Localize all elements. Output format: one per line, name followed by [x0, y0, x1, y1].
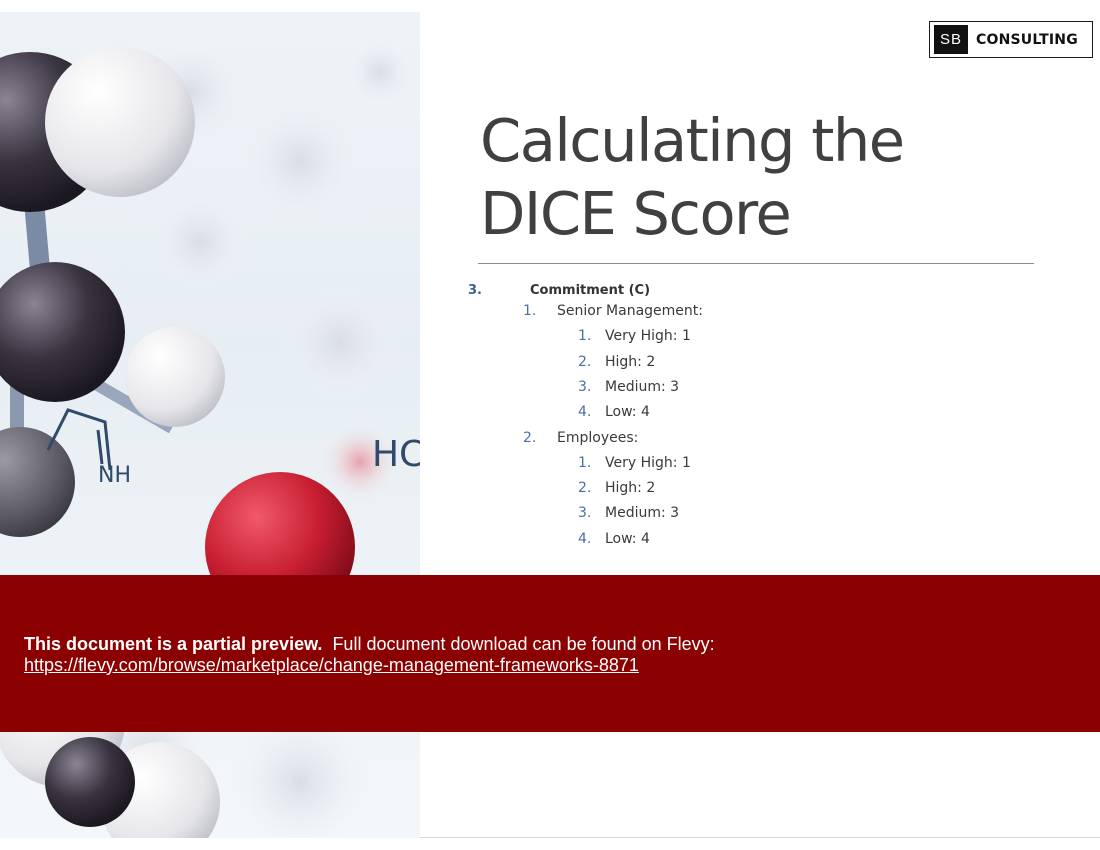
title-line-1: Calculating the [480, 106, 905, 175]
item-number: 2. [578, 354, 592, 370]
item-label: Medium: 3 [605, 379, 680, 395]
item-label: High: 2 [605, 480, 656, 496]
item-number: 3. [578, 379, 592, 395]
group-number: 1. [523, 303, 537, 319]
item-label: Medium: 3 [605, 505, 680, 521]
nh-label: NH [98, 463, 131, 488]
item-number: 1. [578, 328, 592, 344]
item-number: 1. [578, 455, 592, 471]
flevy-download-link[interactable]: https://flevy.com/browse/marketplace/cha… [24, 655, 639, 676]
logo-mark: SB [934, 25, 968, 54]
item-number: 3. [578, 505, 592, 521]
item-label: Low: 4 [605, 531, 650, 547]
group-label: Senior Management: [557, 303, 703, 319]
item-number: 4. [578, 404, 592, 420]
item-number: 4. [578, 531, 592, 547]
slide: NH HC SB CONSULTING Calculating the DICE… [0, 0, 1100, 850]
group-number: 2. [523, 430, 537, 446]
item-number: 2. [578, 480, 592, 496]
item-label: High: 2 [605, 354, 656, 370]
outline-section-label-row: Commitment (C) [530, 282, 650, 298]
item-label: Low: 4 [605, 404, 650, 420]
preview-notice-bold: This document is a partial preview. [24, 634, 323, 654]
group-label: Employees: [557, 430, 639, 446]
sb-consulting-logo: SB CONSULTING [929, 21, 1093, 58]
preview-notice-text: Full document download can be found on F… [332, 634, 715, 654]
section-label: Commitment (C) [530, 283, 651, 298]
section-number: 3. [468, 283, 482, 298]
footer-divider [420, 837, 1100, 838]
page-title: Calculating the DICE Score [480, 104, 1040, 250]
ho-label: HC [372, 434, 420, 475]
title-line-2: DICE Score [480, 179, 792, 248]
title-divider [478, 263, 1034, 264]
outline-section: 3. [468, 282, 482, 298]
item-label: Very High: 1 [605, 455, 691, 471]
logo-text: CONSULTING [976, 31, 1078, 48]
preview-notice: This document is a partial preview. Full… [24, 634, 715, 655]
item-label: Very High: 1 [605, 328, 691, 344]
